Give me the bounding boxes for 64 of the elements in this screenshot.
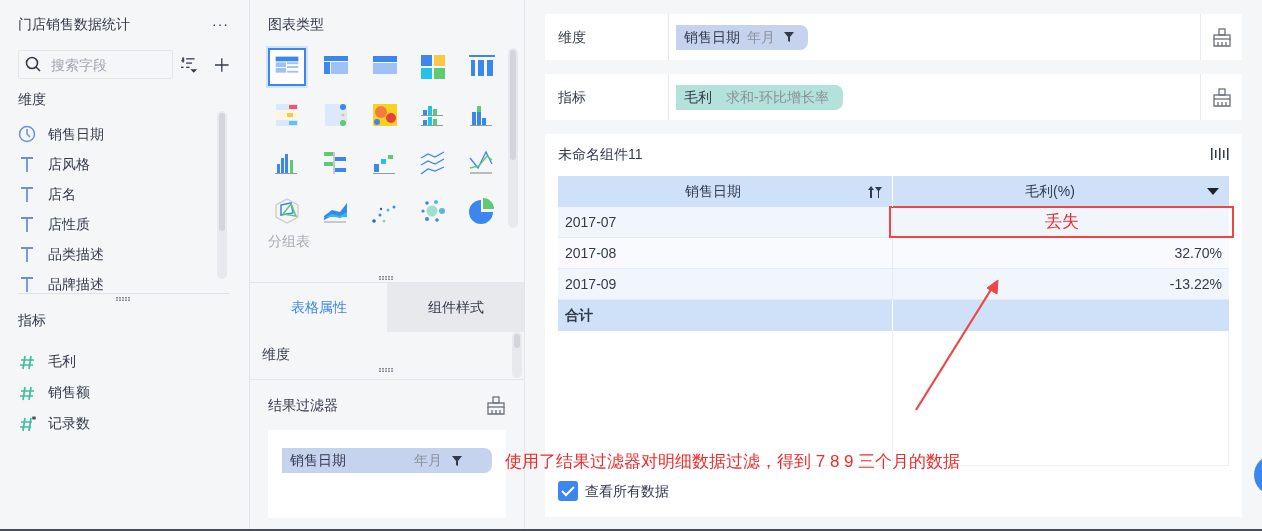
brush-icon	[1211, 87, 1232, 107]
field-item[interactable]: 店性质	[18, 209, 217, 239]
text-type-icon	[18, 155, 36, 173]
brush-icon	[486, 395, 506, 415]
field-item[interactable]: 销售日期	[18, 119, 217, 149]
filter-icon	[784, 32, 794, 42]
shelf-label: 指标	[545, 74, 669, 120]
shelf-label: 维度	[545, 14, 669, 60]
text-type-icon	[18, 275, 36, 293]
table-cell: 丢失	[890, 207, 1233, 237]
field-item[interactable]: 店名	[18, 179, 217, 209]
search-icon	[25, 56, 41, 72]
dropdown-icon	[1207, 187, 1219, 196]
drag-handle-icon	[115, 297, 132, 301]
filter-icon	[452, 455, 462, 466]
tab[interactable]: 组件样式	[387, 283, 524, 332]
panel-title: 门店销售数据统计	[18, 14, 130, 34]
column-header[interactable]: 毛利(%)	[893, 176, 1229, 207]
drag-handle-icon	[379, 276, 395, 280]
section-title: 维度	[18, 90, 47, 109]
chart-type-label: 分组表	[267, 232, 311, 251]
field-pill[interactable]: 销售日期 年月	[282, 448, 492, 473]
table-cell: 2017-09	[558, 269, 893, 299]
text-type-icon	[18, 215, 36, 233]
field-item[interactable]: 店风格	[18, 149, 217, 179]
clock-icon	[18, 125, 36, 143]
table-cell-text: 32.70%	[1173, 243, 1223, 263]
drag-handle-icon	[379, 368, 395, 372]
granularity-label: 年月	[747, 27, 775, 47]
field-item[interactable]: 毛利	[18, 346, 229, 377]
sort-filter-icon	[868, 185, 882, 198]
search-field[interactable]: 搜索字段	[18, 50, 173, 79]
field-item[interactable]: 品类描述	[18, 239, 217, 269]
field-pill[interactable]: 销售日期 年月	[676, 24, 808, 50]
panel-title: 图表类型	[267, 14, 325, 34]
brush-icon	[1211, 27, 1232, 47]
annotation-text: 使用了结果过滤器对明细数据过滤，得到 7 8 9 三个月的数据	[505, 451, 961, 473]
chart-type-button[interactable]	[268, 48, 306, 86]
table-cell: 2017-07	[558, 207, 893, 237]
aggregation-label: 求和-环比增长率	[726, 87, 829, 107]
section-title: 维度	[262, 345, 291, 364]
scrollbar[interactable]	[508, 48, 518, 228]
section-title: 结果过滤器	[268, 395, 338, 415]
hash-star-icon	[18, 414, 36, 433]
check-icon	[561, 485, 575, 497]
table-cell-text: -13.22%	[1168, 274, 1223, 294]
field-pill[interactable]: 毛利 求和-环比增长率	[676, 84, 843, 110]
table-cell: 2017-08	[558, 238, 893, 268]
add-icon	[215, 56, 229, 73]
scrollbar[interactable]	[512, 332, 522, 378]
field-item[interactable]: 品牌描述	[18, 269, 217, 299]
text-type-icon	[18, 185, 36, 203]
total-label: 合计	[558, 300, 893, 331]
barcode-icon	[1211, 147, 1229, 161]
checkbox[interactable]	[558, 481, 578, 501]
field-item[interactable]: 记录数	[18, 408, 229, 439]
view-all-checkbox[interactable]: 查看所有数据	[558, 479, 669, 503]
field-item[interactable]: 销售额	[18, 377, 229, 408]
scrollbar[interactable]	[217, 111, 227, 279]
more-button[interactable]: ···	[212, 13, 229, 35]
granularity-label: 年月	[414, 451, 442, 470]
widget-title: 未命名组件11	[558, 144, 643, 164]
text-type-icon	[18, 245, 36, 263]
section-title: 指标	[18, 311, 47, 330]
